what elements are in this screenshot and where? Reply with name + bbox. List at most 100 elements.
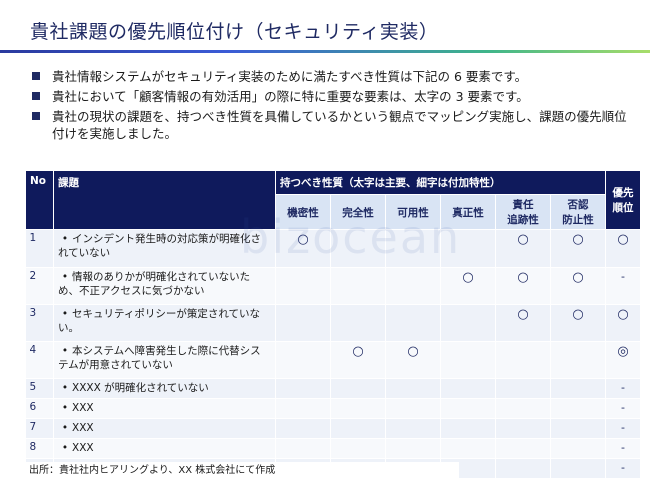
header-property-line1: 機密性 xyxy=(287,206,319,219)
row-task-text: 本システムへ障害発生した際に代替システムが用意されていない xyxy=(58,345,261,371)
summary-bullet-text: 貴社において「顧客情報の有効活用」の際に特に重要な要素は、太字の 3 要素です。 xyxy=(52,89,529,104)
header-property-line1: 真正性 xyxy=(452,206,484,219)
summary-bullet-text: 貴社の現状の課題を、持つべき性質を具備しているかという観点でマッピング実施し、課… xyxy=(52,109,627,141)
source-note: 出所：貴社社内ヒアリングより、XX 株式会社にて作成 xyxy=(25,462,459,480)
row-task-cell: • 本システムへ障害発生した際に代替システムが用意されていない xyxy=(53,341,276,379)
property-mark xyxy=(330,378,386,399)
property-mark xyxy=(440,304,496,342)
row-number: 6 xyxy=(25,398,54,419)
property-mark: ○ xyxy=(495,229,551,268)
header-property-line1: 可用性 xyxy=(397,206,429,219)
bullet-dot-icon: • xyxy=(61,345,69,357)
property-mark: ○ xyxy=(385,341,441,379)
table-row: 8 • XXX - xyxy=(25,438,641,459)
property-mark xyxy=(385,398,441,419)
title-divider xyxy=(0,50,650,53)
row-task-text: セキュリティポリシーが策定されていない。 xyxy=(58,308,261,334)
header-property-line1: 完全性 xyxy=(342,206,374,219)
row-task-cell: • セキュリティポリシーが策定されていない。 xyxy=(53,304,276,342)
header-priority-line2: 順位 xyxy=(612,202,634,214)
property-mark xyxy=(275,418,331,439)
table-body: 1 • インシデント発生時の対応策が明確化されていない ○ ○ ○ ○ 2 • 情報のありかが明確… xyxy=(25,229,641,479)
priority-mark: - xyxy=(605,378,641,399)
property-mark: ○ xyxy=(550,267,606,305)
table-row: 6 • XXX - xyxy=(25,398,641,419)
property-mark xyxy=(385,438,441,459)
summary-bullet: 貴社情報システムがセキュリティ実装のために満たすべき性質は下記の 6 要素です。 xyxy=(30,68,630,85)
header-property: 真正性 xyxy=(440,194,496,230)
row-task-text: XXX xyxy=(72,442,94,454)
property-mark xyxy=(330,229,386,268)
row-number: 1 xyxy=(25,229,54,268)
header-priority-line1: 優先 xyxy=(612,187,634,199)
header-property: 可用性 xyxy=(385,194,441,230)
row-task-text: 情報のありかが明確化されていないため、不正アクセスに気づかない xyxy=(58,271,251,297)
property-mark xyxy=(550,438,606,459)
row-number: 5 xyxy=(25,378,54,399)
property-mark xyxy=(275,378,331,399)
property-mark xyxy=(330,418,386,439)
row-task-cell: •XXX xyxy=(53,418,276,439)
header-property: 責任 追跡性 xyxy=(495,194,551,230)
property-mark: ○ xyxy=(495,304,551,342)
property-mark xyxy=(495,458,551,479)
bullet-dot-icon: • xyxy=(61,442,69,454)
property-mark xyxy=(550,378,606,399)
row-task-cell: •XXX xyxy=(53,398,276,419)
table-row: 4 • 本システムへ障害発生した際に代替システムが用意されていない ○ ○ ◎ xyxy=(25,341,641,379)
bullet-dot-icon: • xyxy=(61,308,69,320)
header-property-line1: 否認 xyxy=(567,199,589,211)
row-number: 2 xyxy=(25,267,54,305)
square-bullet-icon xyxy=(32,92,40,100)
property-mark xyxy=(550,458,606,479)
property-mark xyxy=(495,418,551,439)
row-number: 7 xyxy=(25,418,54,439)
property-mark xyxy=(385,267,441,305)
square-bullet-icon xyxy=(32,112,40,120)
priority-mark: ◎ xyxy=(605,341,641,379)
summary-bullet: 貴社の現状の課題を、持つべき性質を具備しているかという観点でマッピング実施し、課… xyxy=(30,108,630,142)
header-property-line2: 防止性 xyxy=(562,214,594,226)
property-mark xyxy=(330,438,386,459)
property-mark xyxy=(550,341,606,379)
table-row: 2 • 情報のありかが明確化されていないため、不正アクセスに気づかない ○ ○ ○ - xyxy=(25,267,641,305)
header-priority: 優先 順位 xyxy=(605,170,641,230)
table-row: 5 • XXXX が明確化されていない - xyxy=(25,378,641,399)
property-mark xyxy=(275,304,331,342)
row-number: 8 xyxy=(25,438,54,459)
header-property-line2: 追跡性 xyxy=(507,214,539,226)
property-mark xyxy=(440,418,496,439)
property-mark xyxy=(275,267,331,305)
property-mark xyxy=(440,378,496,399)
row-task-text: XXXX が明確化されていない xyxy=(72,382,209,394)
priority-mark: ○ xyxy=(605,229,641,268)
property-mark: ○ xyxy=(275,229,331,268)
property-mark xyxy=(440,438,496,459)
property-mark: ○ xyxy=(550,229,606,268)
header-properties-group: 持つべき性質（太字は主要、細字は付加特性） xyxy=(275,170,606,195)
row-task-text: XXX xyxy=(72,422,94,434)
property-mark xyxy=(440,229,496,268)
priority-mark: - xyxy=(605,438,641,459)
property-mark xyxy=(330,267,386,305)
property-mark: ○ xyxy=(495,267,551,305)
property-mark xyxy=(330,304,386,342)
row-task-text: XXX xyxy=(72,402,94,414)
property-mark xyxy=(550,418,606,439)
priority-mark: - xyxy=(605,398,641,419)
property-mark xyxy=(495,438,551,459)
property-mark xyxy=(385,378,441,399)
table-row: 3 • セキュリティポリシーが策定されていない。 ○ ○ ○ xyxy=(25,304,641,342)
square-bullet-icon xyxy=(32,72,40,80)
page-title: 貴社課題の優先順位付け（セキュリティ実装） xyxy=(30,21,439,43)
bullet-dot-icon: • xyxy=(61,233,69,245)
row-task-cell: • インシデント発生時の対応策が明確化されていない xyxy=(53,229,276,268)
priority-mark: - xyxy=(605,458,641,479)
header-property-line1: 責任 xyxy=(512,199,534,211)
row-number: 4 xyxy=(25,341,54,379)
summary-bullet-text: 貴社情報システムがセキュリティ実装のために満たすべき性質は下記の 6 要素です。 xyxy=(52,69,528,84)
summary-bullet: 貴社において「顧客情報の有効活用」の際に特に重要な要素は、太字の 3 要素です。 xyxy=(30,88,630,105)
property-mark xyxy=(275,398,331,419)
property-mark xyxy=(385,229,441,268)
property-mark xyxy=(275,438,331,459)
